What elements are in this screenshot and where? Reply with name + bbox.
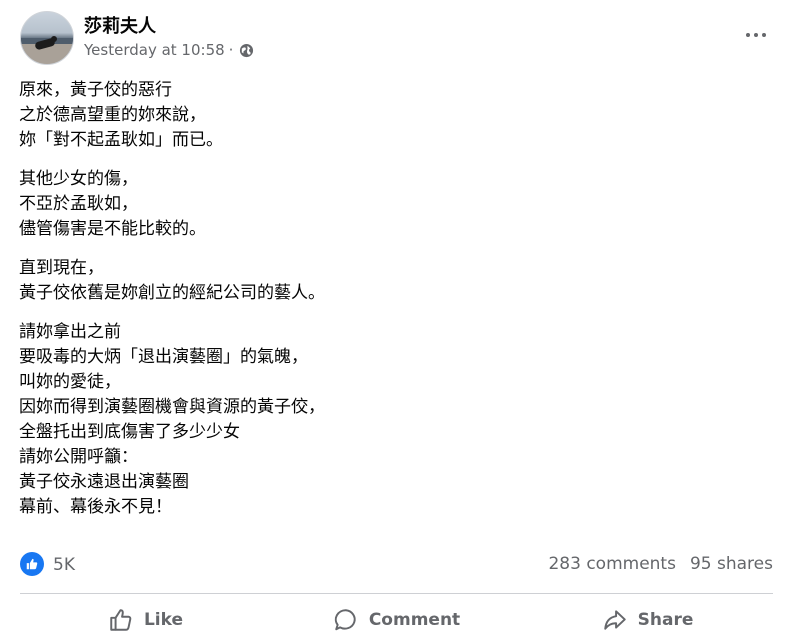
body-line: 因妳而得到演藝圈機會與資源的黃子佼， bbox=[19, 397, 325, 417]
comment-label: Comment bbox=[368, 610, 461, 630]
like-button[interactable]: Like bbox=[20, 598, 271, 642]
share-icon bbox=[603, 610, 626, 630]
author-name[interactable]: 莎莉夫人 bbox=[84, 12, 156, 38]
paragraph: 原來，黃子佼的惡行 之於德高望重的妳來說， 妳「對不起孟耿如」而已。 bbox=[19, 78, 759, 153]
share-button[interactable]: Share bbox=[522, 598, 773, 642]
globe-icon[interactable] bbox=[239, 43, 254, 58]
body-line: 原來，黃子佼的惡行 bbox=[19, 80, 172, 100]
divider bbox=[20, 593, 773, 594]
post-timestamp[interactable]: Yesterday at 10:58 bbox=[84, 41, 225, 59]
body-line: 全盤托出到底傷害了多少少女 bbox=[19, 422, 240, 442]
paragraph: 其他少女的傷， 不亞於孟耿如， 儘管傷害是不能比較的。 bbox=[19, 167, 759, 242]
like-badge-icon[interactable] bbox=[20, 552, 44, 576]
body-line: 黃子佼依舊是妳創立的經紀公司的藝人。 bbox=[19, 283, 325, 303]
body-line: 要吸毒的大炳「退出演藝圈」的氣魄， bbox=[19, 347, 308, 367]
action-bar: Like Comment Share bbox=[20, 598, 773, 642]
body-line: 幕前、幕後永不見！ bbox=[19, 497, 172, 517]
dot-icon bbox=[762, 33, 766, 37]
engagement-counts: 283 comments 95 shares bbox=[548, 554, 773, 574]
body-line: 請妳公開呼籲： bbox=[19, 447, 138, 467]
avatar[interactable] bbox=[20, 11, 74, 65]
comment-icon bbox=[334, 609, 356, 631]
body-line: 直到現在， bbox=[19, 258, 104, 278]
body-line: 請妳拿出之前 bbox=[19, 322, 121, 342]
body-line: 叫妳的愛徒， bbox=[19, 372, 121, 392]
body-line: 其他少女的傷， bbox=[19, 169, 138, 189]
comments-count[interactable]: 283 comments bbox=[548, 554, 675, 574]
thumbs-up-icon bbox=[110, 609, 132, 631]
meta-separator: · bbox=[228, 41, 234, 59]
share-label: Share bbox=[637, 610, 694, 630]
paragraph: 直到現在， 黃子佼依舊是妳創立的經紀公司的藝人。 bbox=[19, 256, 759, 306]
paragraph: 請妳拿出之前 要吸毒的大炳「退出演藝圈」的氣魄， 叫妳的愛徒， 因妳而得到演藝圈… bbox=[19, 320, 759, 520]
post-meta: Yesterday at 10:58 · bbox=[84, 41, 254, 59]
comment-button[interactable]: Comment bbox=[271, 598, 522, 642]
avatar-head bbox=[51, 36, 57, 42]
dot-icon bbox=[754, 33, 758, 37]
reaction-bar: 5K 283 comments 95 shares bbox=[20, 552, 773, 580]
post-body: 原來，黃子佼的惡行 之於德高望重的妳來說， 妳「對不起孟耿如」而已。 其他少女的… bbox=[19, 78, 759, 534]
body-line: 妳「對不起孟耿如」而已。 bbox=[19, 130, 223, 150]
dot-icon bbox=[746, 33, 750, 37]
reaction-count[interactable]: 5K bbox=[53, 555, 75, 575]
body-line: 之於德高望重的妳來說， bbox=[19, 105, 206, 125]
body-line: 黃子佼永遠退出演藝圈 bbox=[19, 472, 189, 492]
body-line: 不亞於孟耿如， bbox=[19, 194, 138, 214]
more-options-button[interactable] bbox=[738, 21, 774, 49]
shares-count[interactable]: 95 shares bbox=[690, 554, 773, 574]
post-header: 莎莉夫人 Yesterday at 10:58 · bbox=[20, 11, 780, 67]
like-label: Like bbox=[143, 610, 184, 630]
body-line: 儘管傷害是不能比較的。 bbox=[19, 219, 206, 239]
